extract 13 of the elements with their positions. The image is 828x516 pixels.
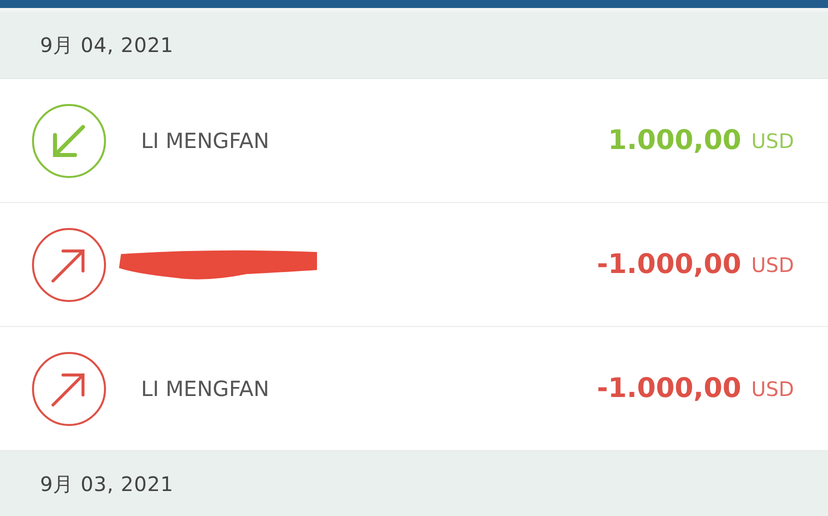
payee-name: LI MENGFAN	[141, 128, 270, 152]
arrow-up-right-icon	[31, 226, 107, 302]
date-label: 9月 04, 2021	[40, 32, 174, 58]
amount: -1.000,00	[596, 373, 742, 404]
currency-label: USD	[751, 128, 794, 152]
payee-name: LI MENGFAN	[141, 376, 270, 400]
arrow-down-left-icon	[31, 102, 107, 178]
currency-label: USD	[751, 376, 794, 400]
date-label: 9月 03, 2021	[40, 470, 174, 498]
currency-label: USD	[751, 252, 794, 276]
amount: 1.000,00	[608, 125, 742, 156]
amount: -1.000,00	[596, 249, 742, 280]
arrow-up-right-icon	[31, 350, 107, 426]
